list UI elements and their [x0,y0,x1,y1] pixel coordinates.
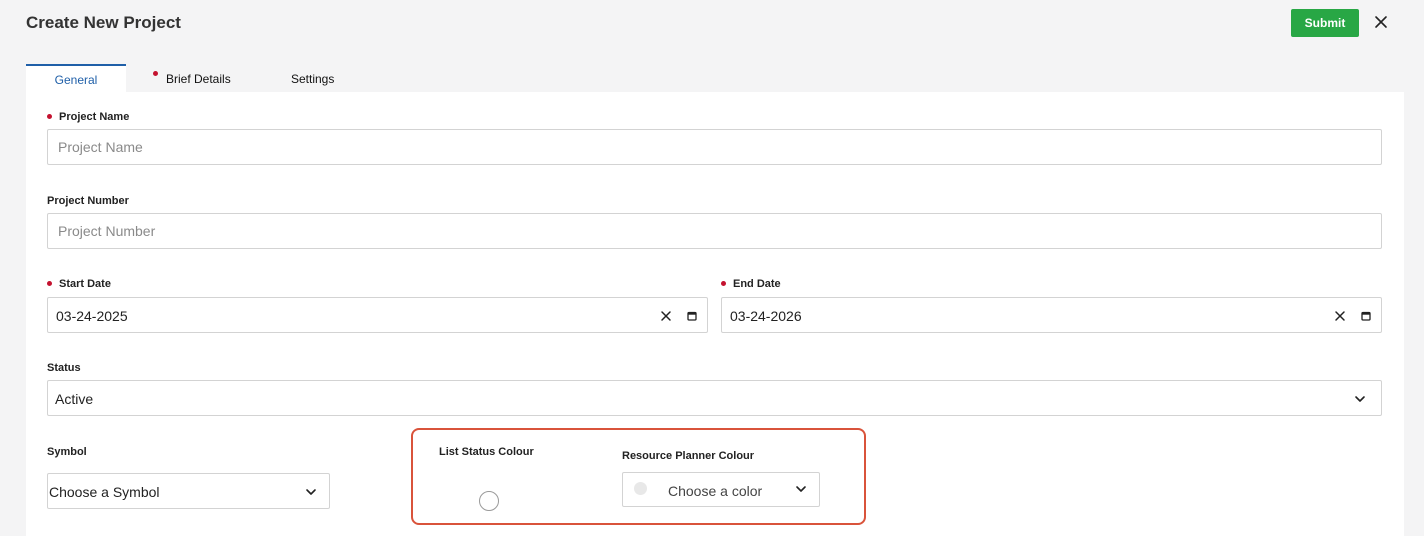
project-name-label: Project Name [47,111,129,123]
symbol-value: Choose a Symbol [49,484,160,500]
tab-general[interactable]: General [26,64,126,92]
start-date-label: Start Date [47,278,111,290]
project-name-input[interactable] [47,129,1382,165]
list-status-colour-label: List Status Colour [439,446,534,458]
start-date-value: 03-24-2025 [56,308,128,324]
clear-icon[interactable] [659,309,673,323]
list-status-colour-radio[interactable] [479,491,499,511]
project-number-label: Project Number [47,195,129,207]
submit-button[interactable]: Submit [1291,9,1359,37]
chevron-down-icon [306,489,316,495]
symbol-select[interactable]: Choose a Symbol [47,473,330,509]
resource-planner-colour-select[interactable]: Choose a color [622,472,820,507]
required-indicator-icon [47,113,52,119]
tab-general-label: General [54,73,98,87]
chevron-down-icon [796,486,806,492]
calendar-icon[interactable] [685,309,699,323]
start-date-input[interactable]: 03-24-2025 [47,297,708,333]
page-title: Create New Project [26,13,181,32]
status-select[interactable]: Active [47,380,1382,416]
required-indicator-icon [47,280,52,286]
project-number-input[interactable] [47,213,1382,249]
required-indicator-icon [721,280,726,286]
tab-settings[interactable]: Settings [291,64,334,92]
end-date-value: 03-24-2026 [730,308,802,324]
color-swatch-icon [634,482,647,495]
status-value: Active [55,391,94,407]
resource-planner-colour-label: Resource Planner Colour [622,450,755,462]
chevron-down-icon [1355,396,1365,402]
tab-brief-details[interactable]: Brief Details [153,64,231,92]
resource-planner-colour-value: Choose a color [668,483,763,499]
tab-brief-details-label: Brief Details [166,72,231,86]
status-label: Status [47,362,81,374]
symbol-label: Symbol [47,446,87,458]
end-date-label: End Date [721,278,781,290]
clear-icon[interactable] [1333,309,1347,323]
close-icon[interactable] [1372,13,1390,31]
required-indicator-icon [153,71,158,76]
tab-settings-label: Settings [291,72,335,86]
end-date-input[interactable]: 03-24-2026 [721,297,1382,333]
calendar-icon[interactable] [1359,309,1373,323]
